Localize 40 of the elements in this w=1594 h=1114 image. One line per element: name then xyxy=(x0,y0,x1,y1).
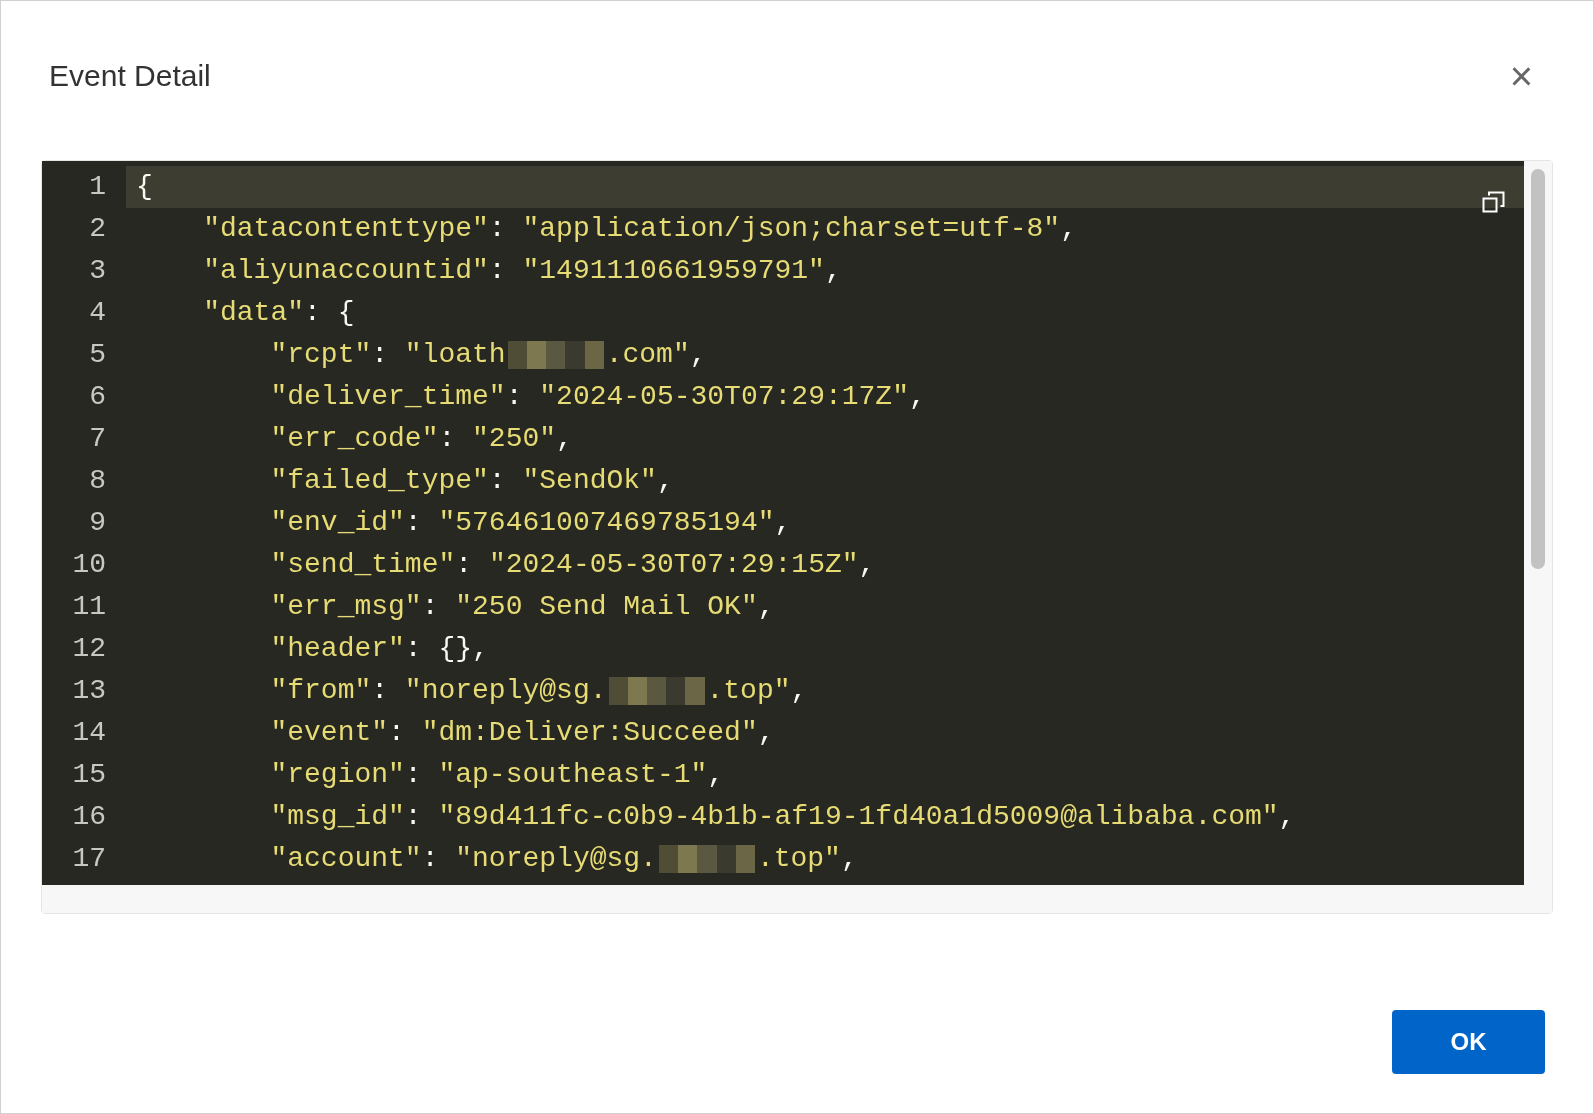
code-line: "datacontenttype": "application/json;charset=utf-8", xyxy=(202,212,1077,246)
code-line: "event": "dm:Deliver:Succeed", xyxy=(269,716,775,750)
code-line: "msg_id": "89d411fc-c0b9-4b1b-af19-1fd40a1d5009@alibaba.com", xyxy=(269,800,1296,834)
line-number: 4 xyxy=(88,296,106,330)
code-line: "from": "noreply@sg. .top", xyxy=(269,674,808,708)
line-number: 16 xyxy=(71,800,106,834)
line-number: 3 xyxy=(88,254,106,288)
code-line: { xyxy=(135,170,153,204)
line-number: 7 xyxy=(88,422,106,456)
code-line: "env_id": "576461007469785194", xyxy=(269,506,792,540)
code-line: "err_code": "250", xyxy=(269,422,573,456)
code-line: "failed_type": "SendOk", xyxy=(269,464,674,498)
line-number: 12 xyxy=(71,632,106,666)
line-number: 10 xyxy=(71,548,106,582)
close-button[interactable]: × xyxy=(1509,55,1533,96)
vertical-scrollbar[interactable] xyxy=(1524,161,1552,913)
code-line: "aliyunaccountid": "1491110661959791", xyxy=(202,254,842,288)
code-line: "rcpt": "loath .com", xyxy=(269,338,707,372)
code-line: "account": "noreply@sg. .top", xyxy=(269,842,858,876)
code-line: "region": "ap-southeast-1", xyxy=(269,758,725,792)
line-number: 9 xyxy=(88,506,106,540)
copy-icon[interactable] xyxy=(1482,191,1507,213)
line-number: 13 xyxy=(71,674,106,708)
line-number: 15 xyxy=(71,758,106,792)
code-line: "err_msg": "250 Send Mail OK", xyxy=(269,590,775,624)
dialog-title: Event Detail xyxy=(49,58,211,94)
line-number: 2 xyxy=(88,212,106,246)
line-number: 8 xyxy=(88,464,106,498)
code-line: "header": {}, xyxy=(269,632,489,666)
line-number: 6 xyxy=(88,380,106,414)
ok-button[interactable]: OK xyxy=(1392,1010,1545,1074)
line-number: 1 xyxy=(88,170,106,204)
line-number: 17 xyxy=(71,842,106,876)
line-number: 14 xyxy=(71,716,106,750)
horizontal-scrollbar[interactable] xyxy=(42,885,1525,913)
line-number: 11 xyxy=(71,590,106,624)
code-line: "deliver_time": "2024-05-30T07:29:17Z", xyxy=(269,380,926,414)
code-line: "data": { xyxy=(202,296,355,330)
line-number: 5 xyxy=(88,338,106,372)
code-line: "send_time": "2024-05-30T07:29:15Z", xyxy=(269,548,876,582)
